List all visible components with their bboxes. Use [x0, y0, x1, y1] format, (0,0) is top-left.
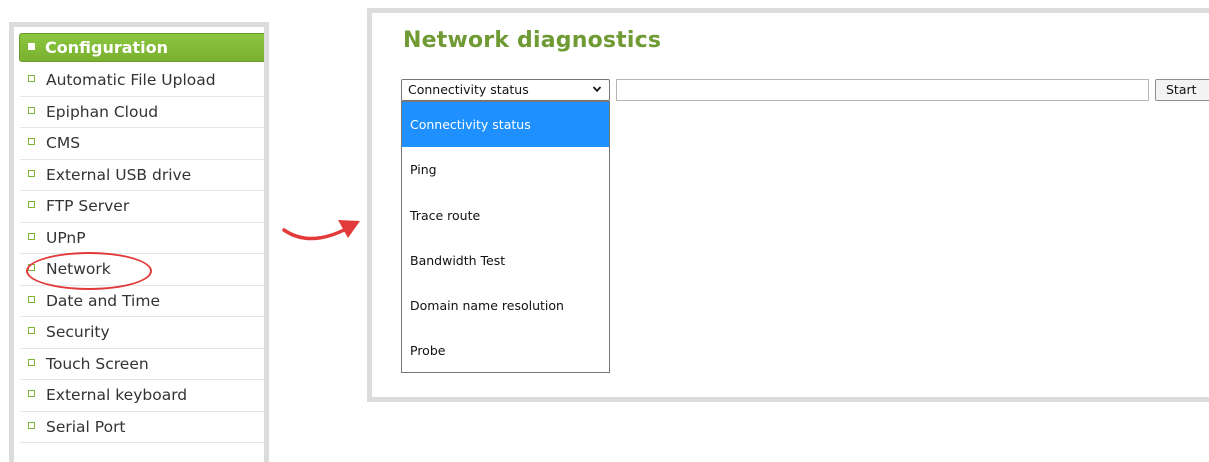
bullet-icon — [28, 106, 35, 114]
configuration-header[interactable]: Configuration — [19, 33, 264, 62]
option-connectivity-status[interactable]: Connectivity status — [402, 102, 609, 148]
sidebar-item-label: UPnP — [46, 228, 86, 247]
sidebar-item-label: Epiphan Cloud — [46, 102, 159, 121]
bullet-icon — [28, 138, 35, 145]
sidebar-item-label: CMS — [46, 134, 81, 152]
option-trace-route[interactable]: Trace route — [402, 193, 609, 238]
bullet-icon — [28, 390, 35, 397]
option-domain-name-resolution[interactable]: Domain name resolution — [402, 283, 609, 328]
sidebar-item-upnp[interactable]: UPnP — [20, 223, 264, 254]
configuration-header-label: Configuration — [45, 38, 169, 57]
bullet-icon — [28, 327, 35, 334]
sidebar-item-security[interactable]: Security — [20, 317, 264, 349]
option-probe[interactable]: Probe — [402, 328, 609, 373]
sidebar-item-label: Automatic File Upload — [46, 71, 216, 89]
bullet-icon — [28, 169, 35, 177]
option-ping[interactable]: Ping — [402, 147, 609, 192]
start-button[interactable]: Start — [1155, 79, 1209, 101]
diagnostic-type-dropdown: Connectivity status Ping Trace route Ban… — [401, 101, 610, 373]
diagnostic-type-select[interactable]: Connectivity status — [401, 79, 610, 101]
bullet-icon — [28, 358, 35, 366]
bullet-icon — [28, 295, 35, 303]
chevron-down-icon — [593, 86, 601, 93]
bullet-icon — [28, 232, 35, 240]
sidebar-item-label: FTP Server — [46, 197, 130, 215]
sidebar-item-label: External keyboard — [46, 386, 188, 404]
sidebar-item-label: Serial Port — [46, 417, 126, 436]
sidebar-item-label: Touch Screen — [46, 354, 149, 373]
sidebar-panel: Configuration Automatic File Upload Epip… — [9, 22, 269, 462]
page-title: Network diagnostics — [403, 28, 662, 53]
sidebar-item-external-keyboard[interactable]: External keyboard — [20, 380, 264, 412]
target-input[interactable] — [616, 79, 1149, 101]
sidebar-item-touch-screen[interactable]: Touch Screen — [20, 349, 264, 380]
select-value: Connectivity status — [408, 82, 529, 97]
sidebar-item-cms[interactable]: CMS — [20, 128, 264, 160]
option-bandwidth-test[interactable]: Bandwidth Test — [402, 238, 609, 283]
sidebar-item-label: External USB drive — [46, 165, 192, 184]
sidebar-item-label: Date and Time — [46, 291, 160, 310]
sidebar-item-epiphan-cloud[interactable]: Epiphan Cloud — [20, 97, 264, 128]
curved-arrow-icon — [282, 220, 360, 241]
sidebar-item-external-usb-drive[interactable]: External USB drive — [20, 160, 264, 191]
bullet-icon — [28, 75, 35, 82]
sidebar-item-date-and-time[interactable]: Date and Time — [20, 286, 264, 317]
highlight-circle-annotation — [26, 252, 152, 290]
sidebar-item-ftp-server[interactable]: FTP Server — [20, 191, 264, 223]
sidebar-item-automatic-file-upload[interactable]: Automatic File Upload — [20, 65, 264, 97]
sidebar-item-label: Security — [46, 323, 110, 341]
bullet-icon — [28, 421, 35, 429]
square-bullet-icon — [28, 43, 35, 50]
bullet-icon — [28, 201, 35, 208]
sidebar-item-serial-port[interactable]: Serial Port — [20, 412, 264, 443]
